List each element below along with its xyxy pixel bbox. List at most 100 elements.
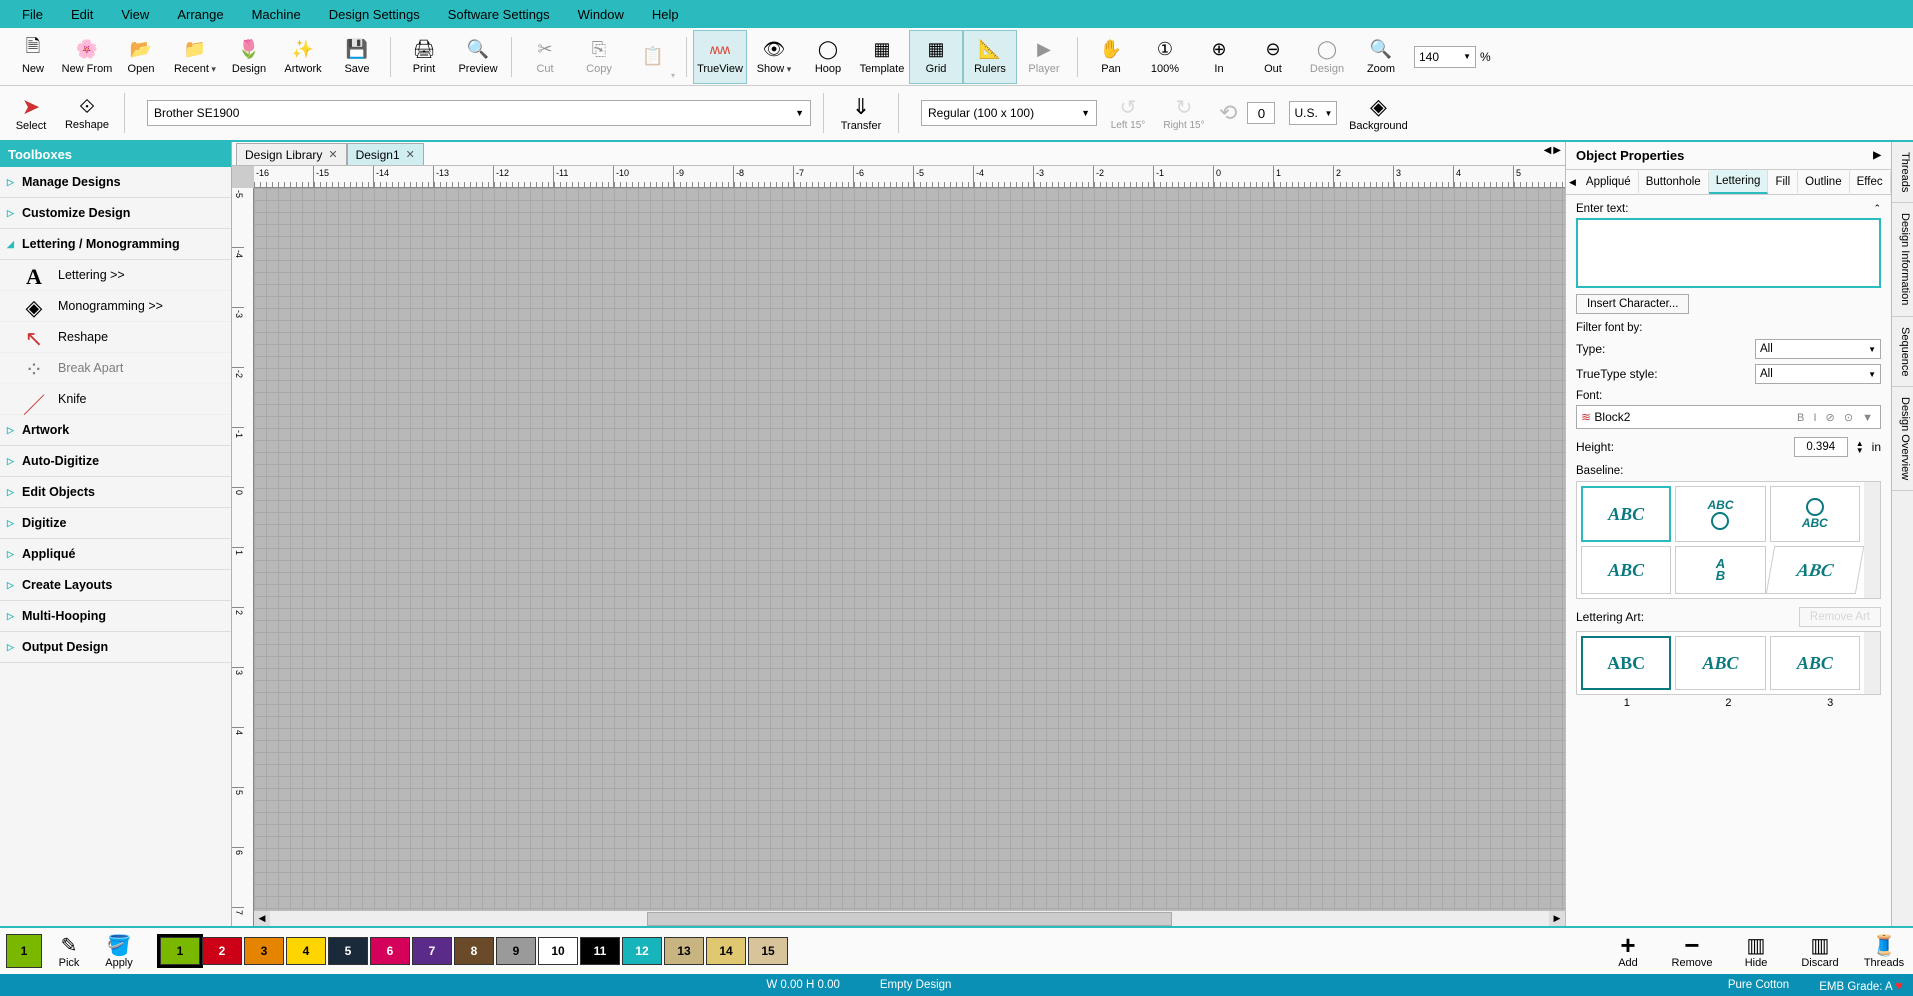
color-swatch-8[interactable]: 8 [454,937,494,965]
toolbox-edit-objects[interactable]: Edit Objects [0,477,231,508]
menu-view[interactable]: View [107,3,163,26]
baselines-scrollbar[interactable] [1864,482,1880,598]
zoom-100-button[interactable]: ①100% [1138,30,1192,84]
toolbox-create-layouts[interactable]: Create Layouts [0,570,231,601]
font-combo[interactable]: ≋ Block2B I ⊘ ⊙ ▼ [1576,405,1881,429]
color-swatch-12[interactable]: 12 [622,937,662,965]
close-icon[interactable]: ✕ [328,148,337,161]
color-swatch-1[interactable]: 1 [160,937,200,965]
current-color-swatch[interactable]: 1 [6,934,42,968]
rulers-button[interactable]: 📐Rulers [963,30,1017,84]
add-color-button[interactable]: +Add [1605,933,1651,969]
color-swatch-7[interactable]: 7 [412,937,452,965]
tab-buttonhole[interactable]: Buttonhole [1639,171,1709,193]
color-swatch-9[interactable]: 9 [496,937,536,965]
color-swatch-15[interactable]: 15 [748,937,788,965]
tool-monogramming[interactable]: ◈Monogramming >> [0,291,231,322]
color-swatch-11[interactable]: 11 [580,937,620,965]
toolbox-auto-digitize[interactable]: Auto-Digitize [0,446,231,477]
toolbox-output-design[interactable]: Output Design [0,632,231,663]
pan-button[interactable]: ✋Pan [1084,30,1138,84]
tab-effects[interactable]: Effec [1850,171,1891,193]
hoop-button[interactable]: ◯Hoop [801,30,855,84]
reshape-tool-button[interactable]: ⟐Reshape [62,88,112,138]
type-combo[interactable]: All▼ [1755,339,1881,359]
baseline-option-1[interactable]: ABC [1581,486,1671,542]
remove-color-button[interactable]: −Remove [1669,933,1715,969]
color-swatch-4[interactable]: 4 [286,937,326,965]
select-tool-button[interactable]: ➤Select [6,88,56,138]
tab-design-library[interactable]: Design Library✕ [236,143,347,165]
collapse-icon[interactable]: ⌃ [1873,203,1881,218]
discard-color-button[interactable]: ▥Discard [1797,933,1843,969]
tab-prev[interactable]: ◀ [1566,177,1579,188]
tool-break-apart[interactable]: ⁘Break Apart [0,353,231,384]
zoom-out-button[interactable]: ⊖Out [1246,30,1300,84]
hoop-combo[interactable]: Regular (100 x 100)▼ [921,100,1097,126]
canvas[interactable]: -16-15-14-13-12-11-10-9-8-7-6-5-4-3-2-10… [232,166,1565,926]
tab-design1[interactable]: Design1✕ [347,143,424,165]
menu-window[interactable]: Window [564,3,638,26]
grid-button[interactable]: ▦Grid [909,30,963,84]
truetype-combo[interactable]: All▼ [1755,364,1881,384]
lettering-art-1[interactable]: ABC [1581,636,1671,690]
save-button[interactable]: 💾Save [330,30,384,84]
color-swatch-2[interactable]: 2 [202,937,242,965]
tool-lettering[interactable]: ALettering >> [0,260,231,291]
lettering-art-2[interactable]: ABC [1675,636,1765,690]
color-swatch-3[interactable]: 3 [244,937,284,965]
baseline-option-6[interactable]: ABC [1765,546,1864,594]
toolboxes-body[interactable]: Manage Designs Customize Design Letterin… [0,167,231,926]
open-button[interactable]: 📂Open [114,30,168,84]
menu-arrange[interactable]: Arrange [163,3,237,26]
hide-color-button[interactable]: ▥Hide [1733,933,1779,969]
height-input[interactable] [1794,437,1848,457]
zoom-button[interactable]: 🔍Zoom [1354,30,1408,84]
baseline-option-5[interactable]: AB [1675,546,1765,594]
tool-reshape[interactable]: ↖Reshape [0,322,231,353]
show-button[interactable]: 👁Show [747,30,801,84]
toolbox-digitize[interactable]: Digitize [0,508,231,539]
tab-applique[interactable]: Appliqué [1579,171,1639,193]
new-button[interactable]: 🗎New [6,30,60,84]
docker-design-info[interactable]: Design Information [1892,203,1913,316]
rotate-count-input[interactable] [1247,102,1275,124]
scroll-right-icon[interactable]: ▶ [1549,911,1565,926]
toolbox-multi-hooping[interactable]: Multi-Hooping [0,601,231,632]
toolbox-manage-designs[interactable]: Manage Designs [0,167,231,198]
template-button[interactable]: ▦Template [855,30,909,84]
toolbox-lettering[interactable]: Lettering / Monogramming [0,229,231,260]
pick-color-button[interactable]: ✎Pick [46,933,92,969]
enter-text-input[interactable] [1576,218,1881,288]
baseline-option-2[interactable]: ABC [1675,486,1765,542]
trueview-button[interactable]: ʍʍTrueView [693,30,747,84]
close-icon[interactable]: ✕ [406,148,415,161]
color-swatch-13[interactable]: 13 [664,937,704,965]
transfer-button[interactable]: ⇓Transfer [836,88,886,138]
insert-artwork-button[interactable]: ✨Artwork [276,30,330,84]
recent-button[interactable]: 📁Recent [168,30,222,84]
baseline-option-3[interactable]: ABC [1770,486,1860,542]
collapse-icon[interactable]: ▶ [1873,150,1881,161]
tab-fill[interactable]: Fill [1768,171,1798,193]
scroll-thumb[interactable] [647,912,1171,926]
tab-prev[interactable]: ◀ [1544,145,1552,156]
tab-lettering[interactable]: Lettering [1709,170,1769,194]
tool-knife[interactable]: ／Knife [0,384,231,415]
menu-machine[interactable]: Machine [238,3,315,26]
print-button[interactable]: 🖨Print [397,30,451,84]
color-swatch-5[interactable]: 5 [328,937,368,965]
color-swatch-10[interactable]: 10 [538,937,578,965]
zoom-combo[interactable]: 140▼ [1414,46,1476,68]
menu-help[interactable]: Help [638,3,693,26]
background-button[interactable]: ◈Background [1353,88,1403,138]
menu-software-settings[interactable]: Software Settings [434,3,564,26]
menu-design-settings[interactable]: Design Settings [315,3,434,26]
insert-design-button[interactable]: 🌷Design [222,30,276,84]
toolbox-customize-design[interactable]: Customize Design [0,198,231,229]
tab-outline[interactable]: Outline [1798,171,1849,193]
lettering-art-3[interactable]: ABC [1770,636,1860,690]
tab-next[interactable]: ▶ [1553,145,1561,156]
new-from-button[interactable]: 🌸New From [60,30,114,84]
preview-button[interactable]: 🔍Preview [451,30,505,84]
